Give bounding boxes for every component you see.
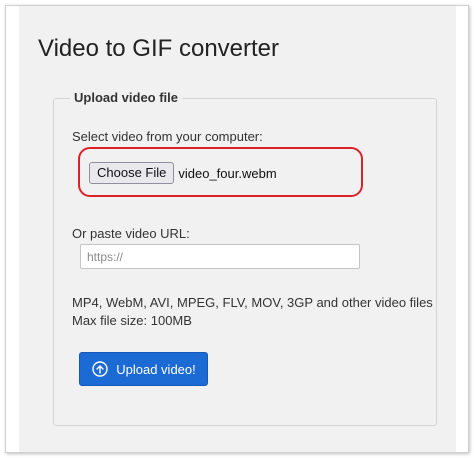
upload-button-label: Upload video! [116, 361, 196, 377]
select-video-label: Select video from your computer: [72, 129, 263, 144]
max-file-size-text: Max file size: 100MB [72, 313, 192, 328]
upload-video-button[interactable]: Upload video! [79, 352, 208, 386]
converter-panel: Video to GIF converter Upload video file… [19, 6, 456, 452]
choose-file-button[interactable]: Choose File [89, 162, 175, 184]
page-title: Video to GIF converter [38, 35, 280, 62]
url-label: Or paste video URL: [72, 226, 190, 241]
file-input[interactable]: Choose File video_four.webm [89, 162, 277, 184]
screenshot-frame: Video to GIF converter Upload video file… [5, 5, 469, 453]
fieldset-legend: Upload video file [70, 90, 183, 105]
supported-formats-text: MP4, WebM, AVI, MPEG, FLV, MOV, 3GP and … [72, 295, 433, 310]
cloud-upload-icon [92, 361, 108, 377]
video-url-input[interactable] [80, 244, 360, 269]
selected-file-name: video_four.webm [178, 165, 277, 181]
